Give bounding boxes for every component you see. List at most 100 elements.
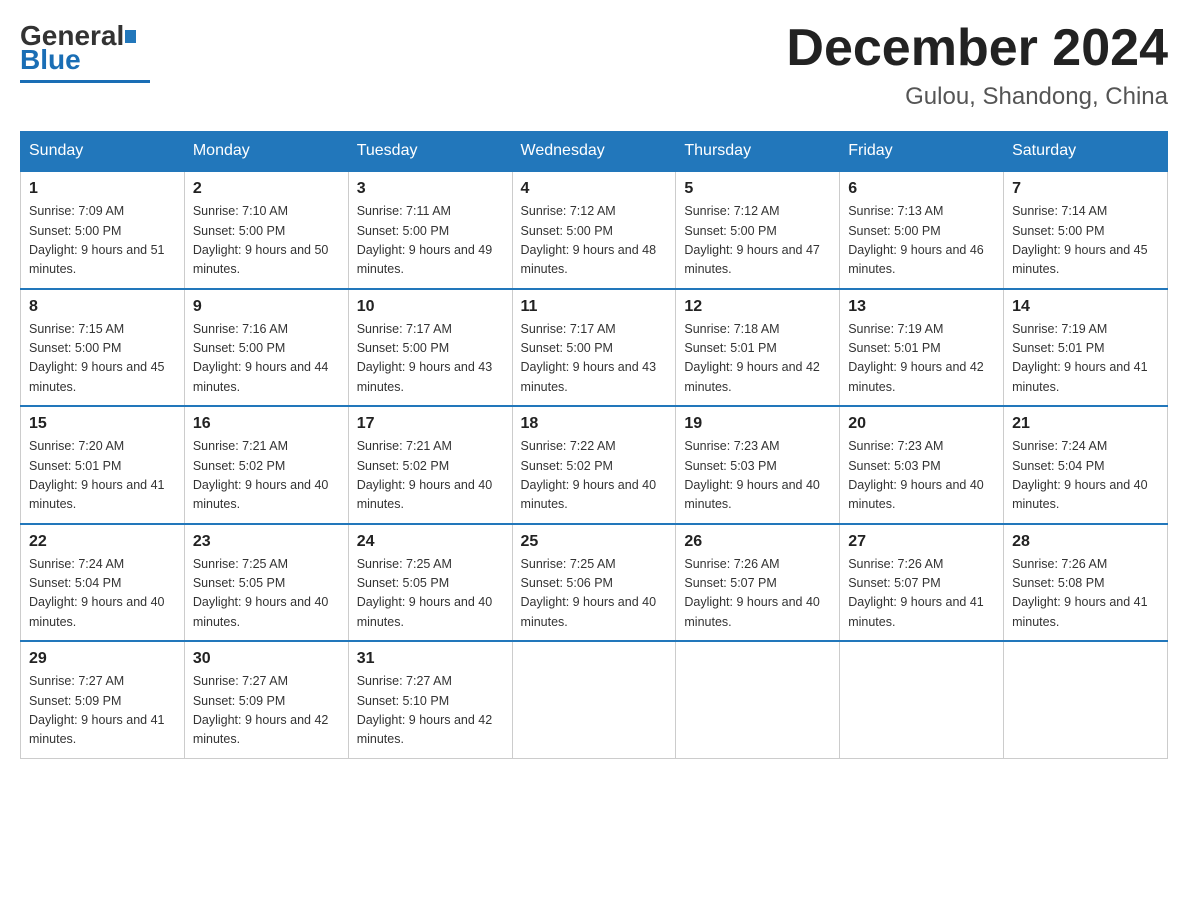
day-info: Sunrise: 7:17 AMSunset: 5:00 PMDaylight:… (521, 320, 668, 398)
calendar-week-row-5: 29 Sunrise: 7:27 AMSunset: 5:09 PMDaylig… (21, 641, 1168, 758)
day-info: Sunrise: 7:20 AMSunset: 5:01 PMDaylight:… (29, 437, 176, 515)
calendar-cell: 15 Sunrise: 7:20 AMSunset: 5:01 PMDaylig… (21, 406, 185, 524)
day-info: Sunrise: 7:25 AMSunset: 5:06 PMDaylight:… (521, 555, 668, 633)
location-title: Gulou, Shandong, China (786, 83, 1168, 111)
calendar-cell: 29 Sunrise: 7:27 AMSunset: 5:09 PMDaylig… (21, 641, 185, 758)
day-number: 13 (848, 298, 995, 316)
day-number: 4 (521, 180, 668, 198)
calendar-cell: 28 Sunrise: 7:26 AMSunset: 5:08 PMDaylig… (1004, 524, 1168, 642)
day-info: Sunrise: 7:26 AMSunset: 5:07 PMDaylight:… (684, 555, 831, 633)
calendar-cell: 11 Sunrise: 7:17 AMSunset: 5:00 PMDaylig… (512, 289, 676, 407)
calendar-cell: 31 Sunrise: 7:27 AMSunset: 5:10 PMDaylig… (348, 641, 512, 758)
day-number: 8 (29, 298, 176, 316)
calendar-cell: 5 Sunrise: 7:12 AMSunset: 5:00 PMDayligh… (676, 171, 840, 289)
day-info: Sunrise: 7:10 AMSunset: 5:00 PMDaylight:… (193, 202, 340, 280)
day-info: Sunrise: 7:25 AMSunset: 5:05 PMDaylight:… (357, 555, 504, 633)
day-number: 20 (848, 415, 995, 433)
calendar-cell: 27 Sunrise: 7:26 AMSunset: 5:07 PMDaylig… (840, 524, 1004, 642)
title-area: December 2024 Gulou, Shandong, China (786, 20, 1168, 111)
calendar-header-row: Sunday Monday Tuesday Wednesday Thursday… (21, 132, 1168, 172)
day-number: 7 (1012, 180, 1159, 198)
calendar-week-row-4: 22 Sunrise: 7:24 AMSunset: 5:04 PMDaylig… (21, 524, 1168, 642)
day-info: Sunrise: 7:16 AMSunset: 5:00 PMDaylight:… (193, 320, 340, 398)
day-info: Sunrise: 7:27 AMSunset: 5:10 PMDaylight:… (357, 672, 504, 750)
day-info: Sunrise: 7:21 AMSunset: 5:02 PMDaylight:… (193, 437, 340, 515)
day-number: 5 (684, 180, 831, 198)
calendar-cell: 18 Sunrise: 7:22 AMSunset: 5:02 PMDaylig… (512, 406, 676, 524)
calendar-cell: 25 Sunrise: 7:25 AMSunset: 5:06 PMDaylig… (512, 524, 676, 642)
day-info: Sunrise: 7:11 AMSunset: 5:00 PMDaylight:… (357, 202, 504, 280)
col-saturday: Saturday (1004, 132, 1168, 172)
day-info: Sunrise: 7:21 AMSunset: 5:02 PMDaylight:… (357, 437, 504, 515)
day-number: 14 (1012, 298, 1159, 316)
day-number: 26 (684, 533, 831, 551)
calendar-cell: 30 Sunrise: 7:27 AMSunset: 5:09 PMDaylig… (184, 641, 348, 758)
month-title: December 2024 (786, 20, 1168, 77)
day-number: 23 (193, 533, 340, 551)
day-info: Sunrise: 7:13 AMSunset: 5:00 PMDaylight:… (848, 202, 995, 280)
calendar-cell: 22 Sunrise: 7:24 AMSunset: 5:04 PMDaylig… (21, 524, 185, 642)
day-number: 27 (848, 533, 995, 551)
calendar-cell (840, 641, 1004, 758)
calendar-cell: 19 Sunrise: 7:23 AMSunset: 5:03 PMDaylig… (676, 406, 840, 524)
calendar-week-row-2: 8 Sunrise: 7:15 AMSunset: 5:00 PMDayligh… (21, 289, 1168, 407)
day-info: Sunrise: 7:19 AMSunset: 5:01 PMDaylight:… (1012, 320, 1159, 398)
calendar-cell: 2 Sunrise: 7:10 AMSunset: 5:00 PMDayligh… (184, 171, 348, 289)
calendar-cell: 17 Sunrise: 7:21 AMSunset: 5:02 PMDaylig… (348, 406, 512, 524)
day-info: Sunrise: 7:24 AMSunset: 5:04 PMDaylight:… (1012, 437, 1159, 515)
day-number: 19 (684, 415, 831, 433)
page-header: General Blue December 2024 Gulou, Shando… (20, 20, 1168, 111)
day-number: 15 (29, 415, 176, 433)
day-number: 12 (684, 298, 831, 316)
day-info: Sunrise: 7:19 AMSunset: 5:01 PMDaylight:… (848, 320, 995, 398)
col-friday: Friday (840, 132, 1004, 172)
day-info: Sunrise: 7:23 AMSunset: 5:03 PMDaylight:… (684, 437, 831, 515)
calendar-cell: 8 Sunrise: 7:15 AMSunset: 5:00 PMDayligh… (21, 289, 185, 407)
day-info: Sunrise: 7:27 AMSunset: 5:09 PMDaylight:… (193, 672, 340, 750)
calendar-cell (1004, 641, 1168, 758)
calendar-cell: 12 Sunrise: 7:18 AMSunset: 5:01 PMDaylig… (676, 289, 840, 407)
day-info: Sunrise: 7:22 AMSunset: 5:02 PMDaylight:… (521, 437, 668, 515)
calendar-cell: 13 Sunrise: 7:19 AMSunset: 5:01 PMDaylig… (840, 289, 1004, 407)
col-tuesday: Tuesday (348, 132, 512, 172)
calendar-cell: 21 Sunrise: 7:24 AMSunset: 5:04 PMDaylig… (1004, 406, 1168, 524)
day-number: 3 (357, 180, 504, 198)
day-number: 31 (357, 650, 504, 668)
calendar-cell: 16 Sunrise: 7:21 AMSunset: 5:02 PMDaylig… (184, 406, 348, 524)
logo: General Blue (20, 20, 150, 83)
day-info: Sunrise: 7:12 AMSunset: 5:00 PMDaylight:… (684, 202, 831, 280)
col-sunday: Sunday (21, 132, 185, 172)
calendar-cell: 9 Sunrise: 7:16 AMSunset: 5:00 PMDayligh… (184, 289, 348, 407)
calendar-week-row-3: 15 Sunrise: 7:20 AMSunset: 5:01 PMDaylig… (21, 406, 1168, 524)
calendar-cell: 20 Sunrise: 7:23 AMSunset: 5:03 PMDaylig… (840, 406, 1004, 524)
calendar-cell (676, 641, 840, 758)
day-info: Sunrise: 7:27 AMSunset: 5:09 PMDaylight:… (29, 672, 176, 750)
day-number: 28 (1012, 533, 1159, 551)
calendar-cell: 7 Sunrise: 7:14 AMSunset: 5:00 PMDayligh… (1004, 171, 1168, 289)
logo-underline (20, 80, 150, 83)
calendar-cell: 1 Sunrise: 7:09 AMSunset: 5:00 PMDayligh… (21, 171, 185, 289)
day-number: 29 (29, 650, 176, 668)
day-info: Sunrise: 7:15 AMSunset: 5:00 PMDaylight:… (29, 320, 176, 398)
day-info: Sunrise: 7:17 AMSunset: 5:00 PMDaylight:… (357, 320, 504, 398)
logo-blue-row: Blue (20, 44, 81, 76)
day-number: 10 (357, 298, 504, 316)
calendar-cell: 14 Sunrise: 7:19 AMSunset: 5:01 PMDaylig… (1004, 289, 1168, 407)
calendar-cell: 24 Sunrise: 7:25 AMSunset: 5:05 PMDaylig… (348, 524, 512, 642)
day-number: 18 (521, 415, 668, 433)
day-number: 2 (193, 180, 340, 198)
logo-blue-text: Blue (20, 44, 81, 76)
day-info: Sunrise: 7:26 AMSunset: 5:07 PMDaylight:… (848, 555, 995, 633)
calendar-week-row-1: 1 Sunrise: 7:09 AMSunset: 5:00 PMDayligh… (21, 171, 1168, 289)
day-number: 24 (357, 533, 504, 551)
day-info: Sunrise: 7:26 AMSunset: 5:08 PMDaylight:… (1012, 555, 1159, 633)
day-number: 1 (29, 180, 176, 198)
logo-triangle-icon (125, 30, 136, 43)
day-number: 21 (1012, 415, 1159, 433)
day-info: Sunrise: 7:24 AMSunset: 5:04 PMDaylight:… (29, 555, 176, 633)
day-info: Sunrise: 7:14 AMSunset: 5:00 PMDaylight:… (1012, 202, 1159, 280)
day-number: 11 (521, 298, 668, 316)
calendar-cell: 3 Sunrise: 7:11 AMSunset: 5:00 PMDayligh… (348, 171, 512, 289)
day-info: Sunrise: 7:18 AMSunset: 5:01 PMDaylight:… (684, 320, 831, 398)
day-info: Sunrise: 7:23 AMSunset: 5:03 PMDaylight:… (848, 437, 995, 515)
